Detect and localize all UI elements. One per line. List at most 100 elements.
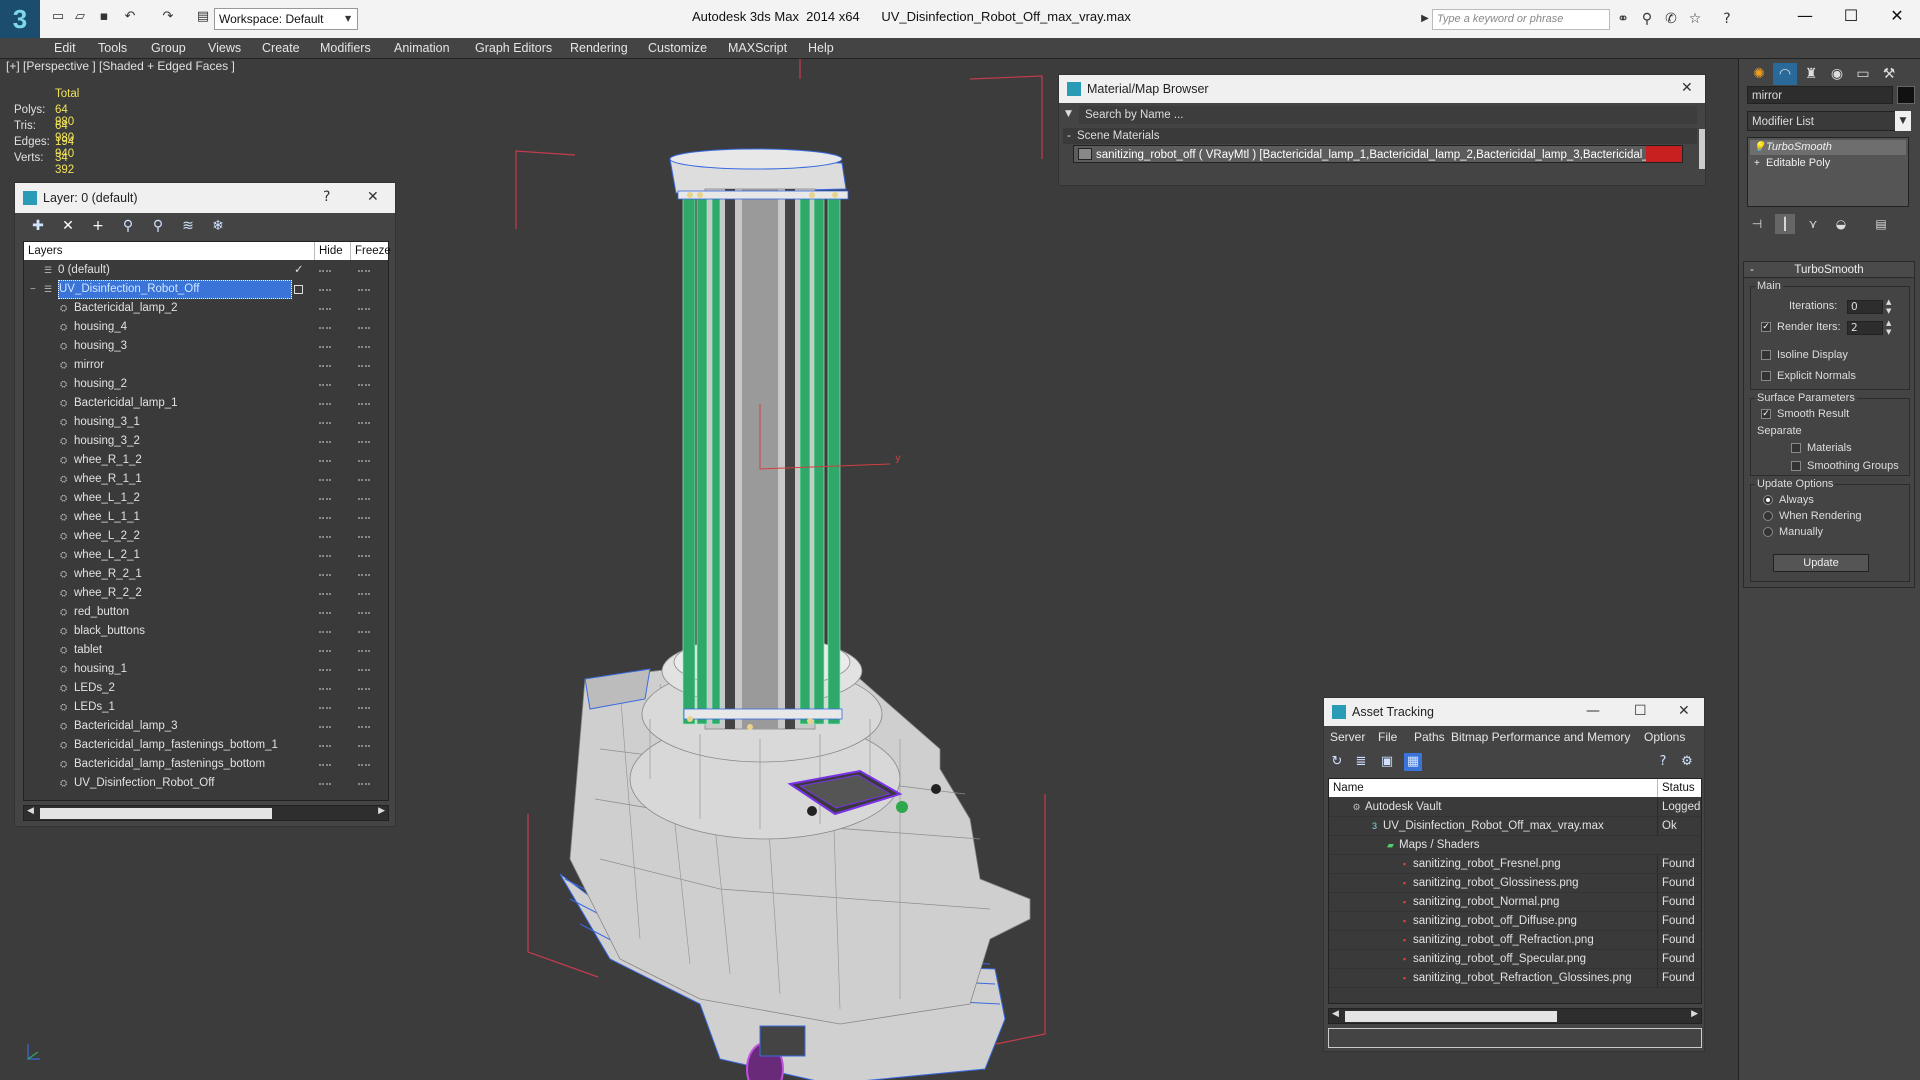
- create-layer-icon[interactable]: ✚: [29, 217, 47, 235]
- hide-toggle[interactable]: [319, 631, 331, 633]
- hide-toggle[interactable]: [319, 745, 331, 747]
- scrollbar-thumb[interactable]: [1345, 1011, 1557, 1022]
- asset-row[interactable]: ▪ sanitizing_robot_off_Specular.png Found: [1329, 950, 1701, 969]
- freeze-toggle[interactable]: [358, 555, 370, 557]
- update-manually-radio[interactable]: [1763, 527, 1773, 537]
- chevron-down-icon[interactable]: ▼: [1895, 111, 1911, 131]
- freeze-toggle[interactable]: [358, 650, 370, 652]
- communication-icon[interactable]: ✆: [1662, 10, 1680, 28]
- freeze-toggle[interactable]: [358, 346, 370, 348]
- menu-edit[interactable]: Edit: [54, 41, 76, 55]
- menu-customize[interactable]: Customize: [648, 41, 707, 55]
- asset-menu-server[interactable]: Server: [1330, 730, 1365, 744]
- collapse-icon[interactable]: −: [30, 280, 36, 299]
- column-hide[interactable]: Hide: [314, 242, 343, 260]
- asset-row[interactable]: ▪ sanitizing_robot_Normal.png Found: [1329, 893, 1701, 912]
- freeze-toggle[interactable]: [358, 384, 370, 386]
- freeze-toggle[interactable]: [358, 593, 370, 595]
- spinner-up-icon[interactable]: ▲: [1886, 298, 1891, 306]
- stack-item-turbosmooth[interactable]: 💡 TurboSmooth: [1750, 140, 1906, 155]
- freeze-toggle[interactable]: [358, 726, 370, 728]
- hide-toggle[interactable]: [319, 669, 331, 671]
- help-icon[interactable]: ?: [1718, 10, 1736, 28]
- select-objects-icon[interactable]: ⚲: [119, 217, 137, 235]
- project-folder-icon[interactable]: ▤: [195, 9, 211, 25]
- hide-toggle[interactable]: [319, 346, 331, 348]
- scroll-right-icon[interactable]: ▶: [1691, 1009, 1698, 1019]
- freeze-toggle[interactable]: [358, 612, 370, 614]
- display-tab-icon[interactable]: ▭: [1851, 63, 1875, 85]
- asset-row[interactable]: ▪ sanitizing_robot_Glossiness.png Found: [1329, 874, 1701, 893]
- layer-row[interactable]: ⛭ housing_2: [24, 375, 388, 394]
- asset-row[interactable]: ▪ sanitizing_robot_off_Refraction.png Foun…: [1329, 931, 1701, 950]
- freeze-toggle[interactable]: [358, 289, 370, 291]
- table-view-icon[interactable]: ▦: [1404, 753, 1422, 771]
- close-window-button[interactable]: ✕: [1874, 0, 1920, 32]
- freeze-toggle[interactable]: [358, 574, 370, 576]
- material-scrollbar[interactable]: [1699, 129, 1705, 169]
- layer-row[interactable]: ⛭ whee_L_1_1: [24, 508, 388, 527]
- favorites-star-icon[interactable]: ☆: [1686, 10, 1704, 28]
- minimize-button[interactable]: —: [1782, 0, 1828, 32]
- freeze-toggle[interactable]: [358, 669, 370, 671]
- list-view-icon[interactable]: ≣: [1352, 753, 1370, 771]
- column-layers[interactable]: Layers: [28, 242, 63, 260]
- freeze-toggle[interactable]: [358, 308, 370, 310]
- freeze-toggle[interactable]: [358, 422, 370, 424]
- render-iters-checkbox[interactable]: ✓: [1761, 322, 1771, 332]
- freeze-toggle[interactable]: [358, 441, 370, 443]
- menu-help[interactable]: Help: [808, 41, 834, 55]
- freeze-toggle[interactable]: [358, 460, 370, 462]
- scene-material-item[interactable]: sanitizing_robot_off ( VRayMtl ) [Bacter…: [1073, 145, 1683, 163]
- hide-all-icon[interactable]: ≋: [179, 217, 197, 235]
- hide-toggle[interactable]: [319, 365, 331, 367]
- freeze-toggle[interactable]: [358, 688, 370, 690]
- freeze-toggle[interactable]: [358, 498, 370, 500]
- layer-row[interactable]: ⛭ housing_3: [24, 337, 388, 356]
- freeze-toggle[interactable]: [358, 365, 370, 367]
- scroll-left-icon[interactable]: ◀: [1332, 1009, 1339, 1019]
- save-file-icon[interactable]: ▪: [96, 9, 112, 25]
- smooth-result-checkbox[interactable]: ✓: [1761, 409, 1771, 419]
- search-options-icon[interactable]: ▼: [1065, 109, 1072, 119]
- scrollbar-thumb[interactable]: [40, 808, 272, 819]
- asset-menu-options[interactable]: Options: [1644, 730, 1685, 744]
- layer-row[interactable]: ⛭ housing_1: [24, 660, 388, 679]
- viewport-label[interactable]: [+] [Perspective ] [Shaded + Edged Faces…: [6, 59, 235, 73]
- hide-toggle[interactable]: [319, 308, 331, 310]
- separate-materials-checkbox[interactable]: [1791, 443, 1801, 453]
- modifier-list-dropdown[interactable]: Modifier List: [1747, 111, 1909, 131]
- hide-toggle[interactable]: [319, 441, 331, 443]
- active-layer-check-icon[interactable]: ✓: [294, 261, 304, 280]
- layer-row[interactable]: ☰ 0 (default) ✓: [24, 261, 388, 280]
- layer-row[interactable]: ⛭ mirror: [24, 356, 388, 375]
- collapse-icon[interactable]: -: [1067, 128, 1071, 144]
- keyword-search-input[interactable]: Type a keyword or phrase: [1432, 9, 1610, 30]
- menu-graph-editors[interactable]: Graph Editors: [475, 41, 552, 55]
- freeze-toggle[interactable]: [358, 631, 370, 633]
- update-always-radio[interactable]: [1763, 495, 1773, 505]
- thumbnail-view-icon[interactable]: ▣: [1378, 753, 1396, 771]
- freeze-all-icon[interactable]: ❄: [209, 217, 227, 235]
- freeze-toggle[interactable]: [358, 479, 370, 481]
- freeze-toggle[interactable]: [358, 403, 370, 405]
- menu-views[interactable]: Views: [208, 41, 241, 55]
- layer-row[interactable]: ⛭ whee_R_1_2: [24, 451, 388, 470]
- hide-toggle[interactable]: [319, 422, 331, 424]
- layer-panel-title[interactable]: Layer: 0 (default): [15, 183, 395, 213]
- pin-stack-icon[interactable]: ⊣: [1747, 214, 1767, 234]
- explicit-normals-checkbox[interactable]: [1761, 371, 1771, 381]
- asset-row[interactable]: ⚙ Autodesk Vault Logged: [1329, 798, 1701, 817]
- iterations-spinner[interactable]: 0: [1847, 300, 1883, 314]
- modifier-stack[interactable]: 💡 TurboSmooth + Editable Poly: [1747, 137, 1909, 207]
- layer-row[interactable]: ⛭ UV_Disinfection_Robot_Off: [24, 774, 388, 793]
- layer-row[interactable]: ⛭ whee_R_2_2: [24, 584, 388, 603]
- spinner-down-icon[interactable]: ▼: [1886, 328, 1891, 336]
- layer-row[interactable]: ⛭ black_buttons: [24, 622, 388, 641]
- layer-row[interactable]: ⛭ red_button: [24, 603, 388, 622]
- help-icon[interactable]: ?: [323, 189, 330, 205]
- minimize-icon[interactable]: —: [1586, 703, 1600, 719]
- layer-horizontal-scrollbar[interactable]: ◀ ▶: [23, 805, 389, 821]
- layer-row[interactable]: ☰ UV_Disinfection_Robot_Off −: [24, 280, 388, 299]
- hide-toggle[interactable]: [319, 479, 331, 481]
